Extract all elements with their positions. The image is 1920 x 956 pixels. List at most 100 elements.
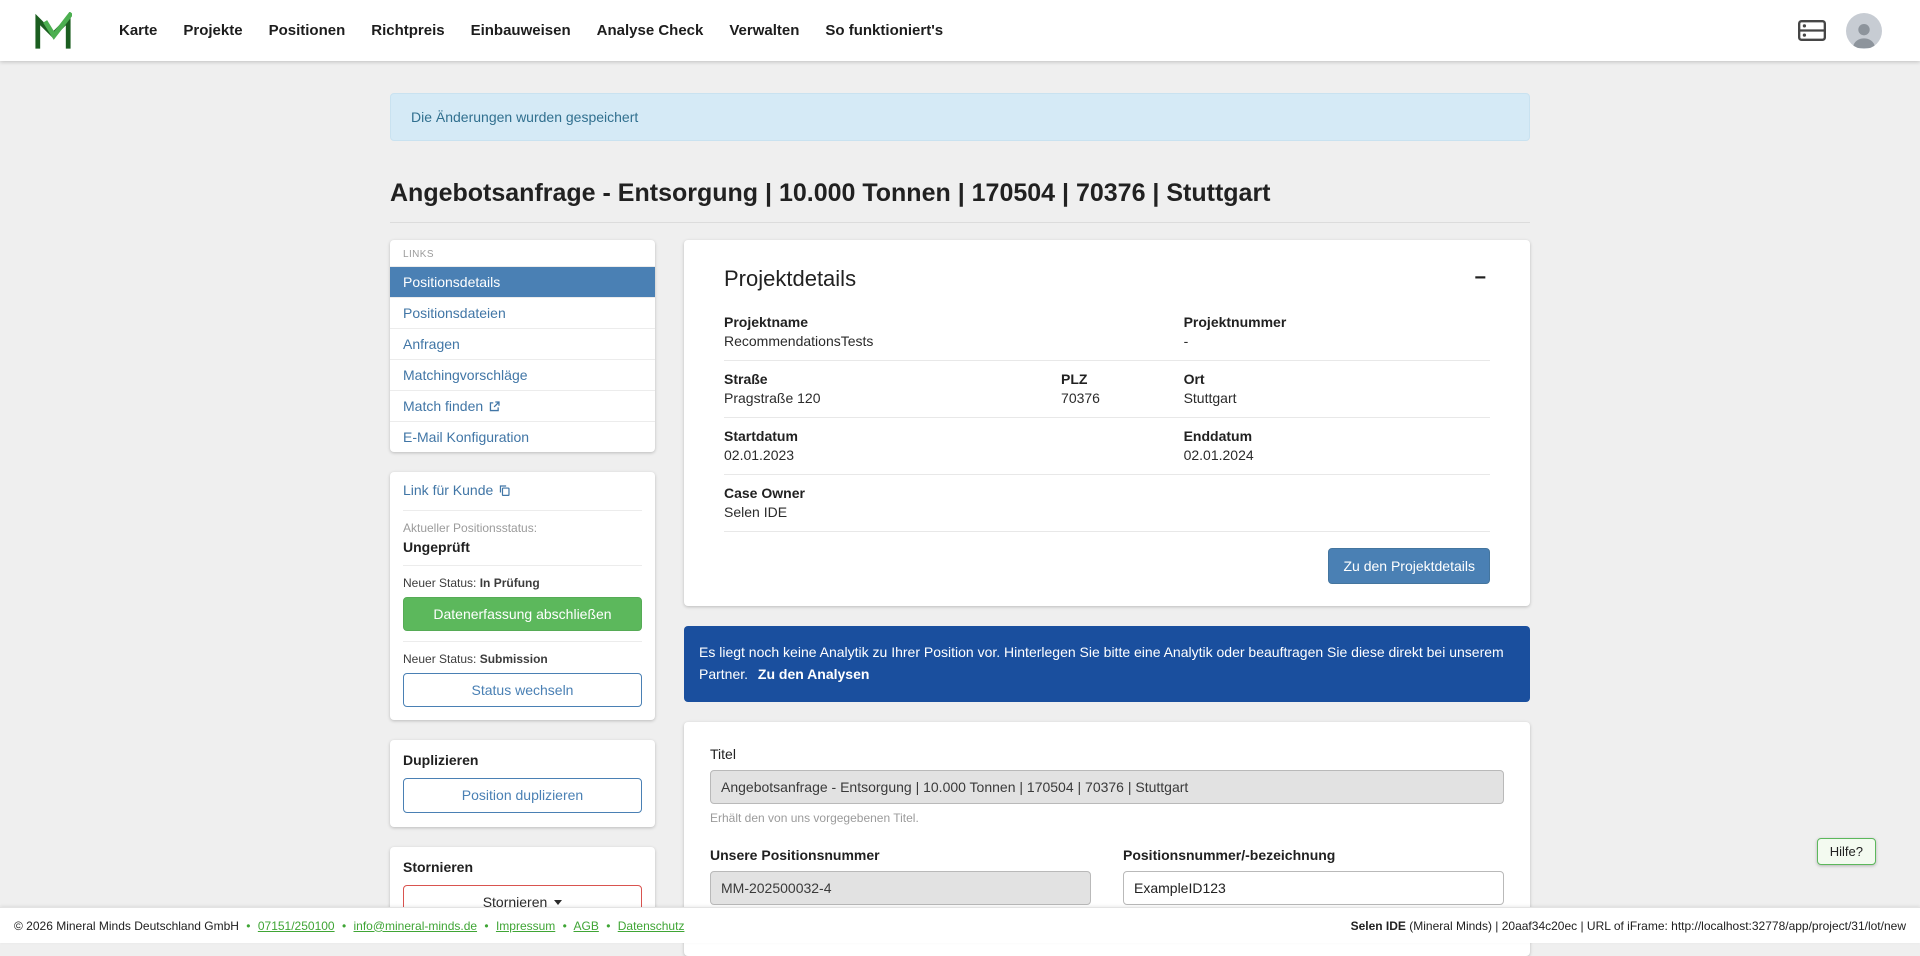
server-icon[interactable] (1798, 20, 1826, 41)
external-link-icon (488, 400, 501, 413)
footer-left: © 2026 Mineral Minds Deutschland GmbH • … (14, 919, 684, 933)
customer-link-label: Link für Kunde (403, 482, 493, 498)
separator-dot: • (484, 919, 488, 933)
collapse-button[interactable]: − (1470, 266, 1490, 290)
page-body: Die Änderungen wurden gespeichert Angebo… (0, 93, 1920, 956)
field-value: 02.01.2024 (1184, 447, 1490, 463)
nav-item-so-funktionierts[interactable]: So funktioniert's (812, 14, 956, 47)
sidebar-item-matchingvorschlaege[interactable]: Matchingvorschläge (390, 359, 655, 390)
nav-item-projekte[interactable]: Projekte (170, 14, 255, 47)
copyright-text: © 2026 Mineral Minds Deutschland GmbH (14, 919, 239, 933)
switch-status-button[interactable]: Status wechseln (403, 673, 642, 707)
separator-dot: • (246, 919, 250, 933)
footer-imprint-link[interactable]: Impressum (496, 919, 555, 933)
sidebar-links-card: LINKS Positionsdetails Positionsdateien … (390, 240, 655, 452)
next-status-label: Neuer Status: (403, 576, 476, 590)
our-position-number-input (710, 871, 1091, 905)
links-header: LINKS (390, 240, 655, 266)
sidebar-item-positionsdetails[interactable]: Positionsdetails (390, 266, 655, 297)
titel-input (710, 770, 1504, 804)
project-details-card: Projektdetails − Projektname Recommendat… (684, 240, 1530, 606)
caret-down-icon (554, 900, 562, 905)
footer-terms-link[interactable]: AGB (574, 919, 599, 933)
detail-row: Case Owner Selen IDE (724, 475, 1490, 532)
main-nav: Karte Projekte Positionen Richtpreis Ein… (106, 14, 956, 47)
field-label: Projektname (724, 314, 1184, 330)
field-label: PLZ (1061, 371, 1184, 387)
titel-help-text: Erhält den von uns vorgegebenen Titel. (710, 811, 1504, 825)
field-value: Stuttgart (1184, 390, 1490, 406)
sidebar-item-label: Match finden (403, 398, 483, 414)
sidebar-item-match-finden[interactable]: Match finden (390, 390, 655, 421)
copy-icon (498, 484, 511, 497)
footer-user: Selen IDE (1351, 919, 1406, 933)
nav-item-analyse-check[interactable]: Analyse Check (584, 14, 717, 47)
field-label: Startdatum (724, 428, 1184, 444)
field-value: 70376 (1061, 390, 1184, 406)
brand-logo-icon (34, 12, 72, 50)
field-label: Ort (1184, 371, 1490, 387)
navbar: Karte Projekte Positionen Richtpreis Ein… (0, 0, 1920, 61)
analytics-link[interactable]: Zu den Analysen (758, 666, 870, 682)
sidebar-item-positionsdateien[interactable]: Positionsdateien (390, 297, 655, 328)
field-value: Selen IDE (724, 504, 1490, 520)
nav-item-einbauweisen[interactable]: Einbauweisen (458, 14, 584, 47)
footer-privacy-link[interactable]: Datenschutz (618, 919, 685, 933)
nav-item-karte[interactable]: Karte (106, 14, 170, 47)
detail-row: Straße Pragstraße 120 PLZ 70376 Ort Stut… (724, 361, 1490, 418)
cancel-card-title: Stornieren (403, 859, 642, 875)
analytics-banner: Es liegt noch keine Analytik zu Ihrer Po… (684, 626, 1530, 701)
complete-data-entry-button[interactable]: Datenerfassung abschließen (403, 597, 642, 631)
field-label: Case Owner (724, 485, 1490, 501)
next-status-1: Neuer Status: In Prüfung (403, 576, 642, 590)
status-card: Link für Kunde Aktueller Positionsstatus… (390, 472, 655, 720)
sidebar: LINKS Positionsdetails Positionsdateien … (390, 240, 655, 953)
sidebar-item-anfragen[interactable]: Anfragen (390, 328, 655, 359)
next-status-value: In Prüfung (480, 576, 540, 590)
footer-session-details: (Mineral Minds) | 20aaf34c20ec | URL of … (1406, 919, 1906, 933)
position-number-input[interactable] (1123, 871, 1504, 905)
user-avatar[interactable] (1846, 13, 1882, 49)
footer: © 2026 Mineral Minds Deutschland GmbH • … (0, 907, 1920, 943)
navbar-right (1798, 13, 1894, 49)
nav-item-positionen[interactable]: Positionen (256, 14, 359, 47)
save-success-alert: Die Änderungen wurden gespeichert (390, 93, 1530, 141)
separator-dot: • (606, 919, 610, 933)
our-position-number-label: Unsere Positionsnummer (710, 847, 1091, 863)
main-content: Projektdetails − Projektname Recommendat… (684, 240, 1530, 956)
nav-item-richtpreis[interactable]: Richtpreis (358, 14, 457, 47)
project-details-button[interactable]: Zu den Projektdetails (1328, 548, 1490, 584)
next-status-label: Neuer Status: (403, 652, 476, 666)
current-status-value: Ungeprüft (403, 539, 642, 555)
separator-dot: • (342, 919, 346, 933)
field-value: - (1184, 333, 1490, 349)
field-value: 02.01.2023 (724, 447, 1184, 463)
footer-email-link[interactable]: info@mineral-minds.de (353, 919, 477, 933)
field-value: RecommendationsTests (724, 333, 1184, 349)
help-button[interactable]: Hilfe? (1817, 838, 1876, 865)
user-avatar-icon (1849, 20, 1879, 48)
footer-session-info: Selen IDE (Mineral Minds) | 20aaf34c20ec… (1351, 919, 1906, 933)
customer-link[interactable]: Link für Kunde (403, 482, 511, 498)
field-label: Projektnummer (1184, 314, 1490, 330)
detail-row: Projektname RecommendationsTests Projekt… (724, 304, 1490, 361)
position-number-label: Positionsnummer/-bezeichnung (1123, 847, 1504, 863)
field-value: Pragstraße 120 (724, 390, 1061, 406)
next-status-2: Neuer Status: Submission (403, 652, 642, 666)
brand-logo[interactable] (34, 12, 72, 50)
current-status-label: Aktueller Positionsstatus: (403, 521, 642, 535)
duplicate-position-button[interactable]: Position duplizieren (403, 778, 642, 812)
project-details-title: Projektdetails (724, 266, 856, 292)
footer-phone-link[interactable]: 07151/250100 (258, 919, 335, 933)
page-title: Angebotsanfrage - Entsorgung | 10.000 To… (390, 179, 1530, 223)
nav-item-verwalten[interactable]: Verwalten (716, 14, 812, 47)
titel-label: Titel (710, 746, 1504, 762)
field-label: Enddatum (1184, 428, 1490, 444)
field-label: Straße (724, 371, 1061, 387)
duplicate-card-title: Duplizieren (403, 752, 642, 768)
next-status-value: Submission (480, 652, 548, 666)
duplicate-card: Duplizieren Position duplizieren (390, 740, 655, 826)
detail-row: Startdatum 02.01.2023 Enddatum 02.01.202… (724, 418, 1490, 475)
separator-dot: • (563, 919, 567, 933)
sidebar-item-email-konfiguration[interactable]: E-Mail Konfiguration (390, 421, 655, 452)
